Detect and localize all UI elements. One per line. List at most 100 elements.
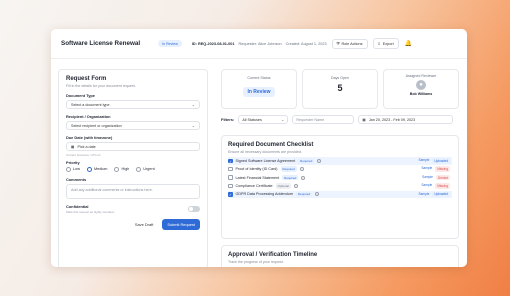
days-open-value: 5 xyxy=(337,83,343,93)
sample-link[interactable]: Sample xyxy=(421,166,432,172)
export-button[interactable]: ⇩ Export xyxy=(372,38,399,49)
status-badge: Denied xyxy=(435,174,450,181)
radio-icon xyxy=(114,166,120,172)
checklist-item[interactable]: ✓ GDPR Data Processing Addendum Required… xyxy=(228,190,452,199)
info-icon[interactable] xyxy=(301,175,306,180)
role-actions-button[interactable]: ⛨ Role Actions xyxy=(331,38,368,49)
recipient-select[interactable]: Select recipient or organization ⌄ xyxy=(66,121,200,130)
form-subtitle: Fill in the details for your document re… xyxy=(66,84,136,88)
request-form: Request Form Fill in the details for you… xyxy=(58,69,208,267)
sample-link[interactable]: Sample xyxy=(419,192,430,198)
sample-link[interactable]: Sample xyxy=(419,158,430,164)
sample-link[interactable]: Sample xyxy=(421,183,432,189)
filter-bar: Filters: All Statuses ⌄ Requester Name ▦ J… xyxy=(221,115,459,124)
info-icon[interactable] xyxy=(293,183,298,188)
timeline-subtitle: Track the progress of your request. xyxy=(228,260,284,264)
requester-label: Requester: xyxy=(238,41,258,46)
created-date: August 1, 2023 xyxy=(301,41,327,46)
role-actions-label: Role Actions xyxy=(341,41,363,46)
info-icon[interactable] xyxy=(317,158,322,163)
priority-radio-group: Low Medium High Urgent xyxy=(66,166,200,172)
priority-label: Priority xyxy=(66,159,80,165)
due-date-value: Pick a date xyxy=(77,144,96,149)
optional-tag: Optional xyxy=(275,183,291,189)
id-label: ID: xyxy=(191,41,197,46)
requester-name: Alice Johnson xyxy=(257,41,282,46)
priority-medium-label: Medium xyxy=(93,167,108,171)
priority-medium[interactable]: Medium xyxy=(86,166,108,172)
info-icon[interactable] xyxy=(299,167,304,172)
save-draft-button[interactable]: Save Draft xyxy=(130,219,158,230)
comments-textarea[interactable]: Add any additional comments or instructi… xyxy=(66,183,200,199)
confidential-toggle[interactable] xyxy=(188,205,200,212)
filters-label: Filters: xyxy=(221,117,235,122)
export-icon: ⇩ xyxy=(377,42,381,46)
shield-icon: ⛨ xyxy=(336,41,340,46)
chevron-down-icon: ⌄ xyxy=(281,117,285,122)
created-label: Created: xyxy=(285,41,301,46)
due-date-picker[interactable]: ▦ Pick a date xyxy=(66,142,200,151)
confidential-row: Confidential Mark this request as highly… xyxy=(66,203,200,214)
checklist-item[interactable]: Compliance Certificate Optional Sample Mi… xyxy=(228,182,452,190)
status-badge: Uploaded xyxy=(432,158,450,164)
recipient-value: Select recipient or organization xyxy=(71,123,122,128)
checklist-item[interactable]: Latest Financial Statement Required Samp… xyxy=(228,174,452,182)
requester-filter-input[interactable]: Requester Name xyxy=(292,115,355,124)
checklist-item[interactable]: ✓ Signed Software License Agreement Requ… xyxy=(228,157,452,165)
reviewer-label: Assigned Reviewer xyxy=(405,74,437,78)
assigned-reviewer-card: Assigned Reviewer ● Bob Williams xyxy=(383,69,459,109)
form-actions: Save Draft Submit Request xyxy=(66,219,200,230)
export-label: Export xyxy=(382,41,394,46)
request-meta: ID: REQ-2023-08-01-001 Requester: Alice … xyxy=(192,42,327,46)
status-filter-value: All Statuses xyxy=(242,117,262,122)
timeline-title: Approval / Verification Timeline xyxy=(228,252,318,258)
current-status-value: In Review xyxy=(243,87,275,97)
chevron-down-icon: ⌄ xyxy=(191,123,195,128)
priority-urgent-label: Urgent xyxy=(143,167,155,171)
document-checklist: Required Document Checklist Ensure all n… xyxy=(221,135,459,239)
recipient-label: Recipient / Organization xyxy=(66,114,111,119)
document-type-select[interactable]: Select a document type ⌄ xyxy=(66,100,200,109)
checklist-item[interactable]: Proof of Identity (ID Card) Required Sam… xyxy=(228,165,452,173)
date-range-picker[interactable]: ▦ Jan 20, 2023 - Feb 09, 2023 xyxy=(358,115,454,124)
priority-urgent[interactable]: Urgent xyxy=(136,166,155,172)
item-name: GDPR Data Processing Addendum xyxy=(235,192,293,197)
checkbox-icon[interactable] xyxy=(228,175,233,180)
sample-link[interactable]: Sample xyxy=(422,175,433,181)
priority-low-label: Low xyxy=(73,167,80,171)
priority-high-label: High xyxy=(121,167,130,171)
info-icon[interactable] xyxy=(315,192,320,197)
required-tag: Required xyxy=(298,158,315,164)
status-badge: Missing xyxy=(435,166,450,172)
confidential-label: Confidential xyxy=(66,203,89,209)
bell-icon[interactable]: 🔔 xyxy=(405,40,412,47)
date-range-value: Jan 20, 2023 - Feb 09, 2023 xyxy=(368,117,416,122)
document-type-value: Select a document type xyxy=(71,102,110,107)
request-id: REQ-2023-08-01-001 xyxy=(198,41,235,46)
form-title: Request Form xyxy=(66,76,107,82)
checkbox-icon[interactable] xyxy=(228,166,233,172)
priority-low[interactable]: Low xyxy=(66,166,80,172)
status-filter-select[interactable]: All Statuses ⌄ xyxy=(238,115,289,124)
checkbox-checked-icon[interactable]: ✓ xyxy=(228,192,233,197)
confidential-hint: Mark this request as highly sensitive. xyxy=(66,210,116,214)
item-name: Signed Software License Agreement xyxy=(235,158,296,163)
checkbox-checked-icon[interactable]: ✓ xyxy=(228,158,233,163)
priority-high[interactable]: High xyxy=(114,166,130,172)
current-status-label: Current Status xyxy=(247,76,271,80)
header-bar: Software License Renewal In Review ID: R… xyxy=(51,29,467,59)
current-status-card: Current Status In Review xyxy=(221,69,297,109)
item-name: Latest Financial Statement xyxy=(235,175,280,180)
checklist-subtitle: Ensure all necessary documents are provi… xyxy=(228,150,302,154)
reviewer-name: Bob Williams xyxy=(409,92,433,96)
approval-timeline: Approval / Verification Timeline Track t… xyxy=(221,245,459,267)
document-type-label: Document Type xyxy=(66,93,95,98)
submit-request-button[interactable]: Submit Request xyxy=(162,219,200,230)
avatar: ● xyxy=(416,80,426,90)
required-tag: Required xyxy=(295,191,313,198)
radio-icon xyxy=(136,166,142,172)
checkbox-icon[interactable] xyxy=(228,183,233,189)
required-tag: Required xyxy=(280,166,297,172)
status-badge: Missing xyxy=(435,183,450,189)
timezone-hint: Current timezone: UTC+0 xyxy=(66,152,101,157)
